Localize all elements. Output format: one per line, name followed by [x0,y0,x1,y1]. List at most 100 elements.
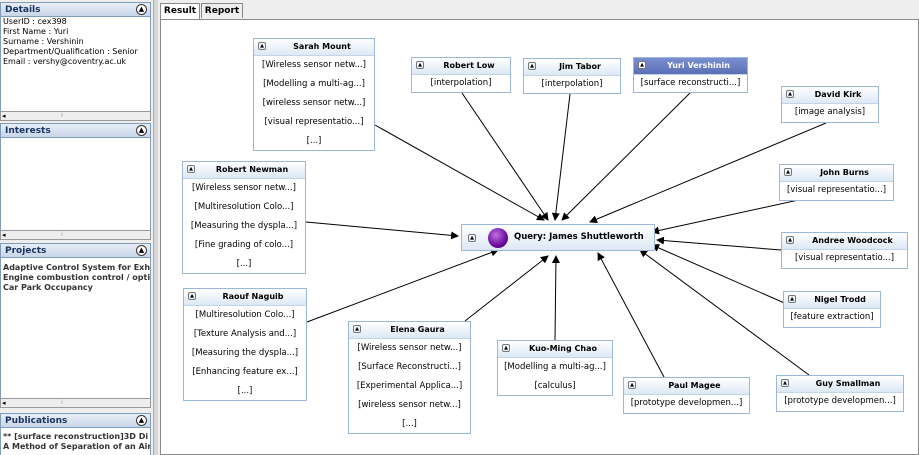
project-item[interactable]: Adaptive Control System for Exh [1,263,150,273]
collapse-icon[interactable]: ▲ [353,325,361,333]
interest-item[interactable]: [...] [349,415,470,434]
interests-hscrollbar[interactable]: ◂ ⁞ [0,230,151,240]
project-item[interactable]: Car Park Occupancy [1,283,150,293]
person-name: Jim Tabor [559,62,601,71]
person-name: Kuo-Ming Chao [529,344,597,353]
person-node-yuri-vershinin[interactable]: ▲ Yuri Vershinin [surface reconstructi...… [633,57,748,93]
publications-panel-header[interactable]: Publications ▲ [0,413,151,428]
interest-item[interactable]: [interpolation] [412,75,510,92]
interest-item[interactable]: [wireless sensor netw...] [349,396,470,415]
publication-item[interactable]: ** [surface reconstruction]3D Di [1,432,150,442]
scroll-left-icon[interactable]: ◂ [2,231,6,239]
detail-line: Email : vershy@coventry.ac.uk [3,57,127,66]
interest-item[interactable]: [interpolation] [524,76,620,93]
query-node[interactable]: ▲ Query: James Shuttleworth [461,224,655,251]
detail-line: UserID : cex398 [3,17,67,26]
collapse-icon[interactable]: ▲ [528,62,536,70]
collapse-icon[interactable]: ▲ [638,61,646,69]
collapse-icon[interactable]: ▲ [188,292,196,300]
person-node-kuo-ming-chao[interactable]: ▲ Kuo-Ming Chao [Modelling a multi-ag...]… [497,340,613,396]
interest-item[interactable]: [Measuring the dyspla...] [183,217,305,236]
project-item[interactable]: Engine combustion control / opti [1,273,150,283]
interest-item[interactable]: [prototype developmen...] [624,395,749,412]
collapse-icon[interactable]: ▲ [136,245,147,256]
publication-item[interactable]: A Method of Separation of an Air [1,442,150,452]
interest-item[interactable]: [visual representatio...] [780,182,893,199]
scroll-left-icon[interactable]: ◂ [2,399,6,407]
collapse-icon[interactable]: ▲ [468,234,476,242]
collapse-icon[interactable]: ▲ [416,61,424,69]
person-node-david-kirk[interactable]: ▲ David Kirk [image analysis] [781,86,879,123]
collapse-icon[interactable]: ▲ [136,4,147,15]
scroll-thumb-icon[interactable]: ⁞ [61,113,67,119]
details-panel-header[interactable]: Details ▲ [0,2,151,17]
details-hscrollbar[interactable]: ◂ ⁞ [0,111,151,121]
interest-item[interactable]: [feature extraction] [784,309,880,326]
interest-item[interactable]: [Modelling a multi-ag...] [498,358,612,377]
interest-item[interactable]: [Enhancing feature ex...] [184,363,306,382]
person-node-raouf-naguib[interactable]: ▲ Raouf Naguib [Multiresolution Colo...] … [183,288,307,401]
collapse-icon[interactable]: ▲ [136,415,147,426]
details-body: UserID : cex398 First Name : Yuri Surnam… [0,17,151,111]
person-node-robert-newman[interactable]: ▲ Robert Newman [Wireless sensor netw...]… [182,161,306,274]
scroll-left-icon[interactable]: ◂ [2,112,6,120]
tab-result[interactable]: Result [160,3,200,20]
collapse-icon[interactable]: ▲ [784,168,792,176]
interest-item[interactable]: [prototype developmen...] [777,393,903,410]
person-name: Yuri Vershinin [667,61,730,70]
person-name: Robert Newman [215,165,289,174]
scroll-thumb-icon[interactable]: ⁞ [61,232,67,238]
interest-item[interactable]: [Wireless sensor netw...] [349,339,470,358]
interest-item[interactable]: [calculus] [498,377,612,396]
interest-item[interactable]: [Surface Reconstructi...] [349,358,470,377]
collapse-icon[interactable]: ▲ [258,42,266,50]
person-name: Raouf Naguib [222,292,284,301]
person-node-nigel-trodd[interactable]: ▲ Nigel Trodd [feature extraction] [783,291,881,328]
interest-item[interactable]: [Experimental Applica...] [349,377,470,396]
splitter-handle[interactable] [153,0,158,455]
person-name: Robert Low [443,61,495,70]
collapse-icon[interactable]: ▲ [502,344,510,352]
tab-report[interactable]: Report [201,3,243,18]
projects-hscrollbar[interactable]: ◂ ⁞ [0,398,151,408]
interest-item[interactable]: [surface reconstructi...] [634,75,747,92]
person-node-sarah-mount[interactable]: ▲ Sarah Mount [Wireless sensor netw...] [… [253,38,375,151]
interest-item[interactable]: [...] [183,255,305,274]
interest-item[interactable]: [Measuring the dyspla...] [184,344,306,363]
interest-item[interactable]: [Wireless sensor netw...] [254,56,374,75]
interest-item[interactable]: [Multiresolution Colo...] [184,306,306,325]
interest-item[interactable]: [visual representatio...] [782,250,907,267]
projects-body: Adaptive Control System for Exh Engine c… [0,258,151,398]
interests-panel-header[interactable]: Interests ▲ [0,123,151,138]
interest-item[interactable]: [Modelling a multi-ag...] [254,75,374,94]
person-node-guy-smallman[interactable]: ▲ Guy Smallman [prototype developmen...] [776,375,904,412]
interest-item[interactable]: [...] [184,382,306,401]
person-node-robert-low[interactable]: ▲ Robert Low [interpolation] [411,57,511,93]
interest-item[interactable]: [image analysis] [782,104,878,121]
person-node-andree-woodcock[interactable]: ▲ Andree Woodcock [visual representatio..… [781,232,908,269]
interests-body [0,138,151,230]
person-node-john-burns[interactable]: ▲ John Burns [visual representatio...] [779,164,894,201]
collapse-icon[interactable]: ▲ [786,236,794,244]
projects-panel-header[interactable]: Projects ▲ [0,243,151,258]
interest-item[interactable]: [Fine grading of colo...] [183,236,305,255]
person-node-jim-tabor[interactable]: ▲ Jim Tabor [interpolation] [523,58,621,94]
person-node-elena-gaura[interactable]: ▲ Elena Gaura [Wireless sensor netw...] [… [348,321,471,434]
collapse-icon[interactable]: ▲ [628,381,636,389]
interest-item[interactable]: [visual representatio...] [254,113,374,132]
collapse-icon[interactable]: ▲ [187,165,195,173]
collapse-icon[interactable]: ▲ [786,90,794,98]
detail-line: Department/Qualification : Senior [3,47,138,56]
interest-item[interactable]: [Wireless sensor netw...] [183,179,305,198]
interest-item[interactable]: [Texture Analysis and...] [184,325,306,344]
scroll-thumb-icon[interactable]: ⁞ [61,400,67,406]
person-node-paul-magee[interactable]: ▲ Paul Magee [prototype developmen...] [623,377,750,414]
detail-line: Surname : Vershinin [3,37,84,46]
collapse-icon[interactable]: ▲ [136,125,147,136]
collapse-icon[interactable]: ▲ [781,379,789,387]
interest-item[interactable]: [Multiresolution Colo...] [183,198,305,217]
interest-item[interactable]: [wireless sensor netw...] [254,94,374,113]
interest-item[interactable]: [...] [254,132,374,151]
collapse-icon[interactable]: ▲ [788,295,796,303]
person-name: Andree Woodcock [812,236,893,245]
